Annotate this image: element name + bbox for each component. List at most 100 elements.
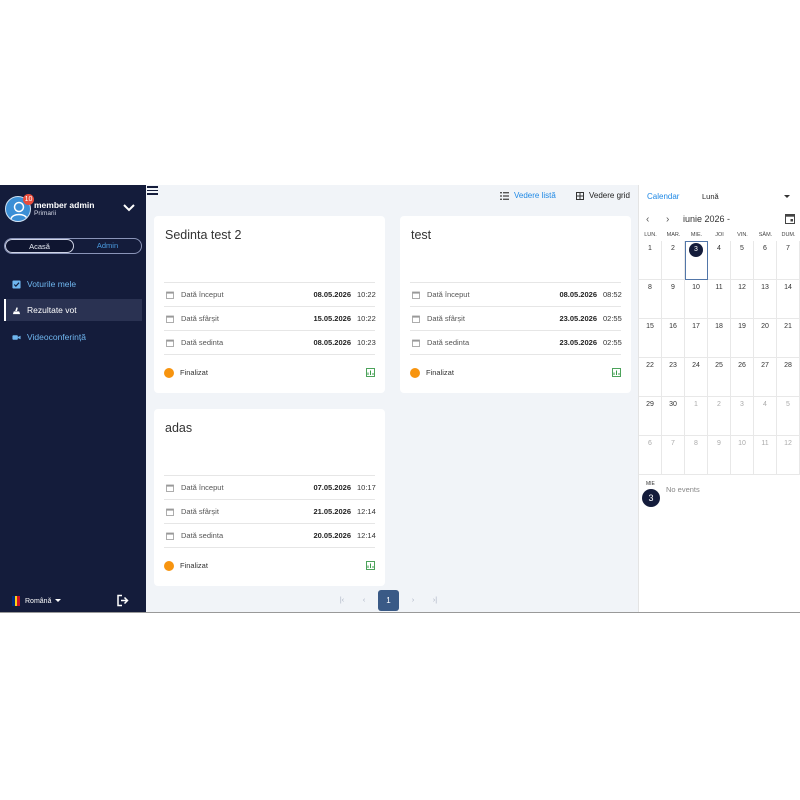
notification-badge[interactable]: 10: [23, 194, 34, 205]
calendar-day[interactable]: 3: [685, 241, 708, 280]
toggle-admin[interactable]: Admin: [74, 239, 141, 253]
session-card[interactable]: Sedinta test 2 Dată început 08.05.2026 1…: [154, 216, 385, 393]
next-page-button[interactable]: ›: [402, 597, 424, 604]
calendar-day[interactable]: 30: [662, 397, 685, 436]
language-selector[interactable]: Română: [12, 596, 62, 606]
calendar-day[interactable]: 16: [662, 319, 685, 358]
calendar-day[interactable]: 7: [777, 241, 800, 280]
caret-down-icon[interactable]: [784, 195, 790, 198]
session-date-row: Dată sedinta 08.05.2026 10:23: [164, 330, 376, 354]
page-button-current[interactable]: 1: [378, 590, 399, 611]
grid-view-button[interactable]: Vedere grid: [576, 191, 630, 200]
calendar-day[interactable]: 11: [708, 280, 731, 319]
calendar-tab[interactable]: Calendar: [647, 192, 679, 201]
calendar-day[interactable]: 1: [685, 397, 708, 436]
calendar-prev-button[interactable]: ‹: [646, 214, 649, 225]
session-card[interactable]: adas Dată început 07.05.2026 10:17 Dată …: [154, 409, 385, 586]
menu-icon[interactable]: [147, 186, 158, 195]
calendar-day[interactable]: 5: [731, 241, 754, 280]
calendar-day[interactable]: 20: [754, 319, 777, 358]
calendar-month-label[interactable]: iunie 2026 -: [683, 214, 730, 224]
list-view-button[interactable]: Vedere listă: [500, 191, 556, 200]
calendar-icon: [412, 291, 420, 299]
calendar-day[interactable]: 23: [662, 358, 685, 397]
session-card[interactable]: test Dată început 08.05.2026 08:52 Dată …: [400, 216, 631, 393]
calendar-next-button[interactable]: ›: [666, 214, 669, 225]
calendar-day[interactable]: 10: [731, 436, 754, 475]
calendar-icon: [412, 339, 420, 347]
status-dot: [164, 560, 174, 571]
status-label: Finalizat: [180, 368, 208, 377]
session-date-row: Dată sedinta 20.05.2026 12:14: [164, 523, 376, 547]
calendar-day[interactable]: 29: [639, 397, 662, 436]
start-date-row: Dată început 08.05.2026 10:22: [164, 282, 376, 306]
calendar-day[interactable]: 26: [731, 358, 754, 397]
prev-page-button[interactable]: ‹: [353, 597, 375, 604]
calendar-day[interactable]: 28: [777, 358, 800, 397]
end-date-row: Dată sfârșit 23.05.2026 02:55: [410, 306, 622, 330]
first-page-button[interactable]: |‹: [331, 597, 353, 604]
calendar-day[interactable]: 27: [754, 358, 777, 397]
session-date-row: Dată sedinta 23.05.2026 02:55: [410, 330, 622, 354]
calendar-day[interactable]: 13: [754, 280, 777, 319]
calendar-day[interactable]: 9: [662, 280, 685, 319]
calendar-day[interactable]: 2: [708, 397, 731, 436]
calendar-day[interactable]: 6: [639, 436, 662, 475]
vote-icon: [12, 306, 21, 314]
last-page-button[interactable]: ›|: [424, 597, 446, 604]
chevron-down-icon[interactable]: [121, 201, 137, 215]
agenda-day: 3: [642, 489, 660, 507]
calendar-day[interactable]: 14: [777, 280, 800, 319]
calendar-weekday-header: LUN. MAR. MIE. JOI VIN. SÂM. DUM.: [639, 230, 800, 241]
calendar-day[interactable]: 12: [777, 436, 800, 475]
calendar-today-icon[interactable]: [785, 213, 795, 224]
calendar-day[interactable]: 7: [662, 436, 685, 475]
grid-view-label: Vedere grid: [589, 191, 630, 200]
calendar-day[interactable]: 8: [685, 436, 708, 475]
calendar-day[interactable]: 6: [754, 241, 777, 280]
calendar-day[interactable]: 4: [708, 241, 731, 280]
calendar-day[interactable]: 8: [639, 280, 662, 319]
nav-item-vote-results[interactable]: Rezultate vot: [4, 299, 142, 321]
row-date: 08.05.2026: [313, 290, 351, 299]
calendar-day[interactable]: 10: [685, 280, 708, 319]
calendar-view-select[interactable]: Lună: [702, 192, 719, 201]
row-date: 07.05.2026: [313, 483, 351, 492]
nav-item-my-votes[interactable]: Voturile mele: [4, 273, 142, 295]
toggle-home[interactable]: Acasă: [5, 239, 74, 253]
calendar-day[interactable]: 3: [731, 397, 754, 436]
chart-icon[interactable]: [612, 368, 621, 377]
status-dot: [164, 367, 174, 378]
chart-icon[interactable]: [366, 561, 375, 570]
calendar-day[interactable]: 2: [662, 241, 685, 280]
home-admin-toggle[interactable]: Acasă Admin: [4, 238, 142, 254]
card-status: Finalizat: [410, 354, 621, 390]
calendar-week: 6 7 8 9 10 11 12: [639, 436, 800, 475]
agenda-weekday: MIE: [646, 481, 655, 487]
language-label: Română: [25, 597, 52, 605]
status-label: Finalizat: [426, 368, 454, 377]
calendar-week: 15 16 17 18 19 20 21: [639, 319, 800, 358]
calendar-day[interactable]: 1: [639, 241, 662, 280]
calendar-day[interactable]: 17: [685, 319, 708, 358]
calendar-day[interactable]: 22: [639, 358, 662, 397]
calendar-icon: [166, 532, 174, 540]
calendar-day[interactable]: 21: [777, 319, 800, 358]
row-date: 08.05.2026: [313, 338, 351, 347]
calendar-day[interactable]: 9: [708, 436, 731, 475]
nav-item-videoconference[interactable]: Videoconferință: [4, 326, 142, 348]
list-view-label: Vedere listă: [514, 191, 556, 200]
calendar-day[interactable]: 5: [777, 397, 800, 436]
calendar-day[interactable]: 19: [731, 319, 754, 358]
calendar-day[interactable]: 15: [639, 319, 662, 358]
calendar-day[interactable]: 4: [754, 397, 777, 436]
calendar-day[interactable]: 25: [708, 358, 731, 397]
calendar-day[interactable]: 12: [731, 280, 754, 319]
calendar-day[interactable]: 11: [754, 436, 777, 475]
start-date-row: Dată început 07.05.2026 10:17: [164, 475, 376, 499]
calendar-day[interactable]: 18: [708, 319, 731, 358]
chart-icon[interactable]: [366, 368, 375, 377]
row-date: 08.05.2026: [559, 290, 597, 299]
calendar-day[interactable]: 24: [685, 358, 708, 397]
logout-icon[interactable]: [116, 594, 129, 607]
